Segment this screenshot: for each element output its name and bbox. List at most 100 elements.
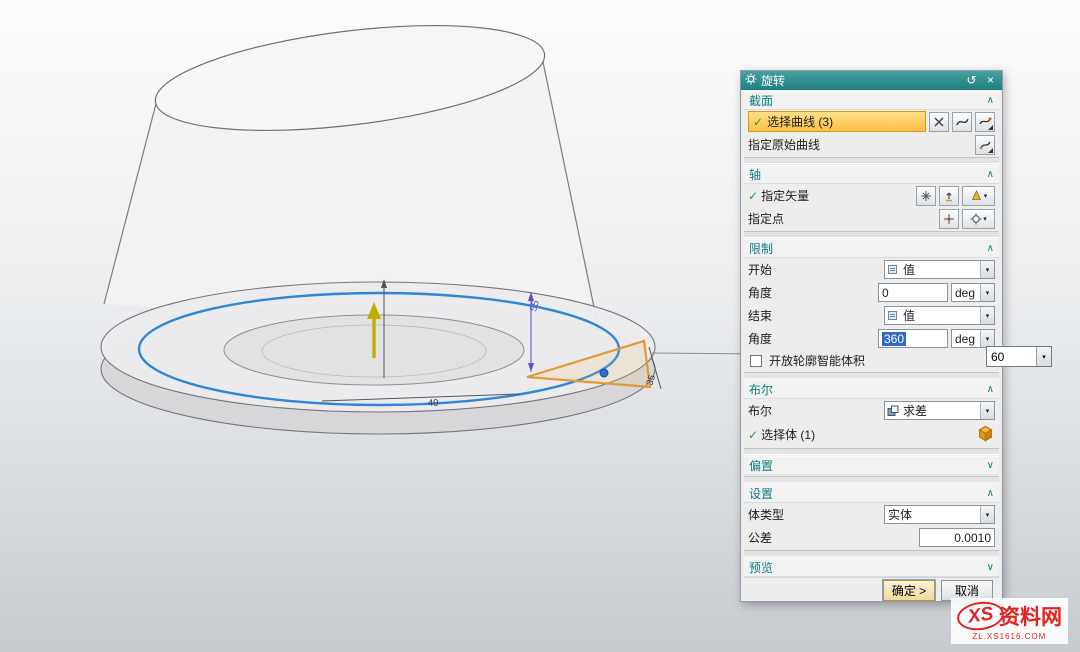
origin-curve-label: 指定原始曲线 — [748, 136, 820, 153]
section-header-settings[interactable]: 设置 ∧ — [744, 484, 999, 503]
group-divider — [744, 231, 999, 238]
dialog-title: 旋转 — [761, 72, 785, 89]
section-header-section[interactable]: 截面 ∧ — [744, 91, 999, 110]
chevron-down-icon: ∨ — [987, 562, 994, 573]
application-window: 55 40 35 旋转 ↺ × 截面 ∧ — [0, 0, 1080, 652]
group-divider — [744, 476, 999, 483]
close-icon[interactable]: × — [983, 73, 998, 88]
specify-point-row: 指定点 ▾ — [744, 207, 999, 230]
vector-dialog-icon[interactable] — [916, 186, 936, 206]
origin-curve-row: 指定原始曲线 — [744, 133, 999, 156]
chevron-up-icon: ∧ — [987, 384, 994, 395]
body-type-dropdown[interactable]: 实体 ▾ — [884, 505, 995, 524]
group-divider — [744, 550, 999, 557]
chevron-down-icon: ∨ — [987, 460, 994, 471]
end-angle-row: 角度 360 deg ▾ — [744, 327, 999, 350]
combo-arrow-icon[interactable]: ▾ — [980, 506, 994, 523]
start-type-dropdown[interactable]: 值 ▾ — [884, 260, 995, 279]
dropdown-arrow-icon[interactable]: ▾ — [1036, 347, 1051, 366]
boolean-row: 布尔 求差 ▾ — [744, 399, 999, 422]
reset-icon[interactable]: ↺ — [964, 73, 979, 88]
end-label: 结束 — [748, 307, 772, 324]
start-row: 开始 值 ▾ — [744, 258, 999, 281]
start-type-value: 值 — [900, 261, 980, 278]
point-dialog-icon[interactable] — [939, 209, 959, 229]
group-divider — [744, 157, 999, 164]
solid-body-icon[interactable] — [976, 424, 995, 446]
boolean-label: 布尔 — [748, 402, 772, 419]
chevron-up-icon: ∧ — [987, 488, 994, 499]
disc-body[interactable] — [101, 282, 655, 434]
end-angle-input[interactable]: 360 — [878, 329, 948, 348]
tolerance-value: 0.0010 — [954, 531, 991, 545]
watermark-url: ZL.XS1616.COM — [957, 632, 1062, 641]
selection-point[interactable] — [600, 369, 608, 377]
section-header-section-label: 截面 — [749, 92, 773, 109]
tolerance-row: 公差 0.0010 — [744, 526, 999, 549]
curve-chain-icon[interactable] — [952, 112, 972, 132]
deselect-icon[interactable] — [929, 112, 949, 132]
dimension-35-label[interactable]: 35 — [644, 373, 658, 386]
section-header-axis[interactable]: 轴 ∧ — [744, 165, 999, 184]
inferred-point-icon[interactable]: ▾ — [962, 209, 995, 229]
section-header-preview[interactable]: 预览 ∨ — [744, 558, 999, 577]
section-header-limits-label: 限制 — [749, 240, 773, 257]
boolean-value: 求差 — [900, 402, 980, 419]
onscreen-angle-input[interactable]: 60 ▾ — [986, 346, 1052, 367]
select-body-row: ✓ 选择体 (1) — [744, 422, 999, 447]
select-curve-field[interactable]: ✓ 选择曲线 (3) — [748, 111, 926, 132]
gear-icon — [745, 73, 757, 88]
chevron-up-icon: ∧ — [987, 95, 994, 106]
start-angle-input[interactable]: 0 — [878, 283, 948, 302]
start-angle-unit-dropdown[interactable]: deg ▾ — [951, 283, 995, 302]
subtract-icon — [885, 405, 900, 417]
dropdown-arrow-icon: ▾ — [983, 215, 987, 223]
group-divider — [744, 372, 999, 379]
end-type-value: 值 — [900, 307, 980, 324]
inferred-vector-icon[interactable]: ▾ — [962, 186, 995, 206]
combo-arrow-icon[interactable]: ▾ — [980, 284, 994, 301]
reverse-direction-icon[interactable] — [939, 186, 959, 206]
dialog-titlebar[interactable]: 旋转 ↺ × — [741, 71, 1002, 90]
revolve-dialog: 旋转 ↺ × 截面 ∧ ✓ 选择曲线 (3) — [740, 70, 1003, 602]
section-header-boolean[interactable]: 布尔 ∧ — [744, 380, 999, 399]
start-angle-value: 0 — [882, 286, 889, 300]
section-header-limits[interactable]: 限制 ∧ — [744, 239, 999, 258]
open-profile-checkbox[interactable] — [750, 355, 762, 367]
start-angle-label: 角度 — [748, 284, 772, 301]
select-body-label: 选择体 (1) — [761, 426, 815, 443]
end-type-dropdown[interactable]: 值 ▾ — [884, 306, 995, 325]
chevron-up-icon: ∧ — [987, 243, 994, 254]
section-header-boolean-label: 布尔 — [749, 381, 773, 398]
onscreen-angle-value: 60 — [987, 350, 1036, 364]
watermark-site-name: 资料网 — [999, 601, 1062, 631]
origin-curve-icon[interactable] — [975, 135, 995, 155]
dimension-40-label[interactable]: 40 — [428, 398, 439, 409]
section-header-offset-label: 偏置 — [749, 457, 773, 474]
watermark: XS 资料网 ZL.XS1616.COM — [951, 598, 1068, 644]
open-profile-label: 开放轮廓智能体积 — [769, 352, 865, 369]
curve-rule-icon[interactable] — [975, 112, 995, 132]
section-header-preview-label: 预览 — [749, 559, 773, 576]
value-option-icon — [885, 310, 900, 321]
tolerance-input[interactable]: 0.0010 — [919, 528, 995, 547]
check-icon: ✓ — [753, 115, 763, 129]
end-angle-label: 角度 — [748, 330, 772, 347]
section-header-offset[interactable]: 偏置 ∨ — [744, 456, 999, 475]
check-icon: ✓ — [748, 428, 758, 442]
open-profile-row: 开放轮廓智能体积 — [744, 350, 999, 371]
start-label: 开始 — [748, 261, 772, 278]
end-angle-value: 360 — [882, 332, 906, 346]
group-divider — [744, 448, 999, 455]
select-curve-label: 选择曲线 (3) — [767, 113, 833, 130]
combo-arrow-icon[interactable]: ▾ — [980, 307, 994, 324]
tolerance-label: 公差 — [748, 529, 772, 546]
boolean-dropdown[interactable]: 求差 ▾ — [884, 401, 995, 420]
ok-button[interactable]: 确定 > — [883, 580, 935, 601]
section-header-axis-label: 轴 — [749, 166, 761, 183]
combo-arrow-icon[interactable]: ▾ — [980, 330, 994, 347]
end-row: 结束 值 ▾ — [744, 304, 999, 327]
combo-arrow-icon[interactable]: ▾ — [980, 402, 994, 419]
dropdown-arrow-icon: ▾ — [984, 192, 988, 200]
combo-arrow-icon[interactable]: ▾ — [980, 261, 994, 278]
